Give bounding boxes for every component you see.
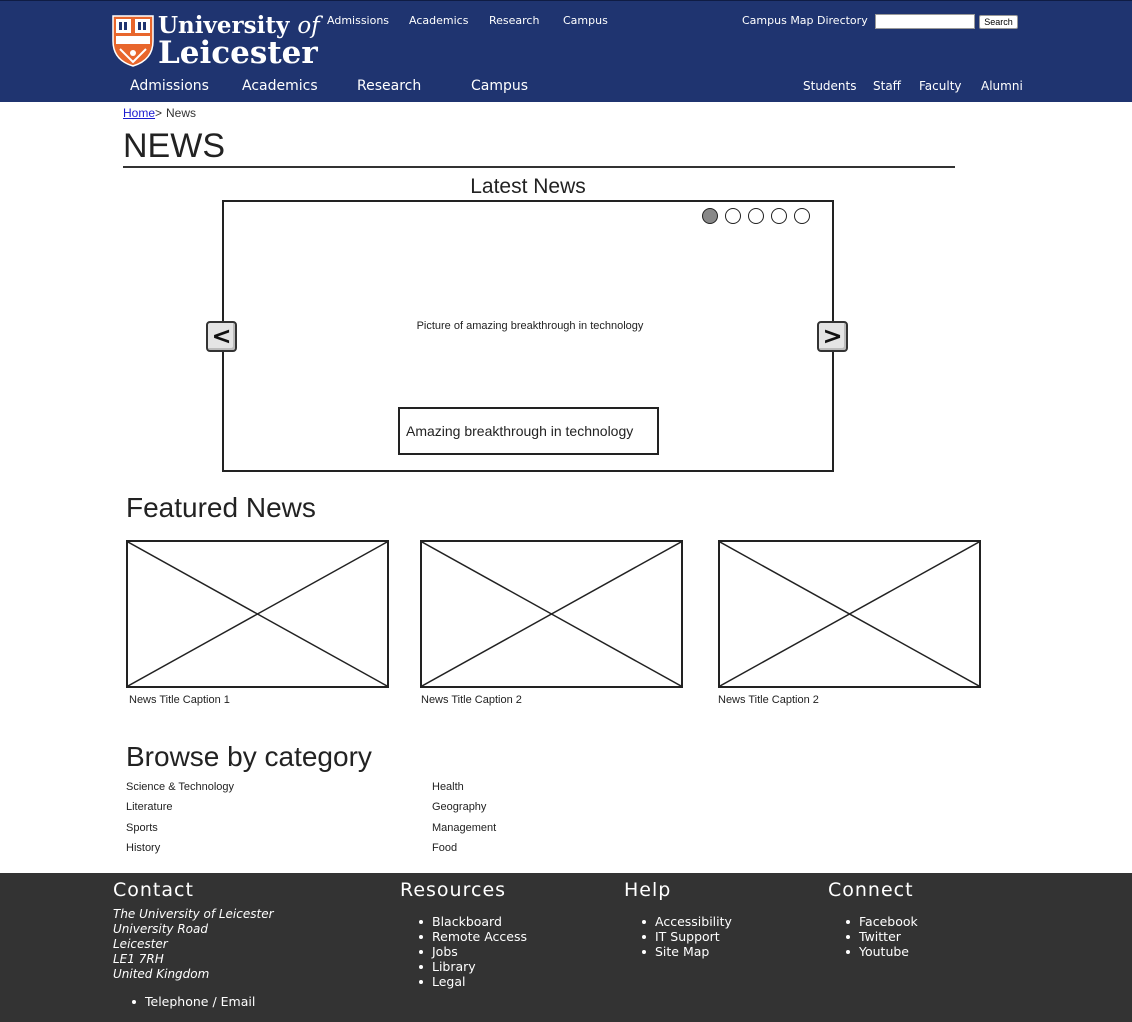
telephone-email-link[interactable]: Telephone / Email [145,994,255,1009]
chevron-right-icon: > [822,322,843,350]
bullet-icon [132,1000,136,1004]
bullet-icon [846,950,850,954]
footer-link-blackboard[interactable]: Blackboard [432,914,502,929]
search-button[interactable]: Search [979,15,1018,29]
footer-link-legal[interactable]: Legal [432,974,466,989]
footer-help-heading: Help [624,879,672,901]
footer-link-it-support[interactable]: IT Support [655,929,720,944]
audience-nav-students[interactable]: Students [803,79,857,93]
address-line: Leicester [113,937,168,951]
search-input[interactable] [875,14,975,29]
breadcrumb-home-link[interactable]: Home [123,106,155,120]
bullet-icon [419,950,423,954]
main-nav-campus[interactable]: Campus [471,78,528,94]
directory-link[interactable]: Directory [817,14,868,27]
carousel-dot-5[interactable] [794,208,810,224]
footer-link-youtube[interactable]: Youtube [859,944,909,959]
category-link[interactable]: Management [432,822,496,834]
bullet-icon [642,920,646,924]
bullet-icon [846,920,850,924]
category-link[interactable]: Health [432,781,464,793]
main-nav-research[interactable]: Research [357,78,421,94]
bullet-icon [642,935,646,939]
chevron-left-icon: < [211,322,232,350]
title-divider [123,166,955,168]
address-line: University Road [113,922,208,936]
category-link[interactable]: Literature [126,801,172,813]
image-placeholder-icon [128,542,387,686]
carousel-picture-placeholder: Picture of amazing breakthrough in techn… [416,320,644,332]
footer-resources-heading: Resources [400,879,507,901]
footer-link-remote-access[interactable]: Remote Access [432,929,527,944]
footer-link-facebook[interactable]: Facebook [859,914,918,929]
carousel-caption[interactable]: Amazing breakthrough in technology [406,423,633,439]
address-line: LE1 7RH [113,952,164,966]
category-link[interactable]: History [126,842,160,854]
bullet-icon [846,935,850,939]
category-link[interactable]: Sports [126,822,158,834]
footer-connect-heading: Connect [828,879,914,901]
footer-link-accessibility[interactable]: Accessibility [655,914,732,929]
carousel-dot-3[interactable] [748,208,764,224]
audience-nav-faculty[interactable]: Faculty [919,79,962,93]
campus-map-link[interactable]: Campus Map [742,14,814,27]
bullet-icon [419,935,423,939]
footer-link-library[interactable]: Library [432,959,476,974]
logo-wordmark-bottom: Leicester [158,35,318,71]
featured-caption-2[interactable]: News Title Caption 2 [421,694,522,706]
footer-link-twitter[interactable]: Twitter [859,929,901,944]
browse-category-heading: Browse by category [126,741,372,772]
featured-caption-3[interactable]: News Title Caption 2 [718,694,819,706]
address-line: The University of Leicester [113,907,274,921]
bullet-icon [419,965,423,969]
latest-news-heading: Latest News [470,175,586,198]
image-placeholder-icon [720,542,979,686]
carousel-dot-4[interactable] [771,208,787,224]
crest-icon [112,15,154,67]
featured-caption-1[interactable]: News Title Caption 1 [129,694,230,706]
university-logo[interactable]: University of Leicester [112,13,320,71]
bullet-icon [419,980,423,984]
bullet-icon [419,920,423,924]
address-line: United Kingdom [113,967,210,981]
breadcrumb-current: News [166,106,197,120]
featured-image-3[interactable] [718,540,981,688]
main-nav-academics[interactable]: Academics [242,78,318,94]
main-nav-admissions[interactable]: Admissions [130,78,209,94]
bullet-icon [642,950,646,954]
image-placeholder-icon [422,542,681,686]
util-link-academics[interactable]: Academics [409,14,468,27]
featured-image-1[interactable] [126,540,389,688]
category-link[interactable]: Food [432,842,457,854]
carousel-dot-2[interactable] [725,208,741,224]
category-link[interactable]: Geography [432,801,486,813]
category-link[interactable]: Science & Technology [126,781,234,793]
footer-link-jobs[interactable]: Jobs [432,944,458,959]
audience-nav-staff[interactable]: Staff [873,79,901,93]
featured-image-2[interactable] [420,540,683,688]
footer-link-site-map[interactable]: Site Map [655,944,709,959]
util-link-campus[interactable]: Campus [563,14,608,27]
carousel-dot-1[interactable] [702,208,718,224]
footer-contact-heading: Contact [113,879,194,901]
audience-nav-alumni[interactable]: Alumni [981,79,1023,93]
util-link-research[interactable]: Research [489,14,539,27]
featured-news-heading: Featured News [126,492,316,523]
util-link-admissions[interactable]: Admissions [327,14,389,27]
site-header: University of Leicester Admissions Acade… [0,0,1132,102]
page-title: NEWS [123,127,225,165]
breadcrumb-separator: > [155,106,163,120]
